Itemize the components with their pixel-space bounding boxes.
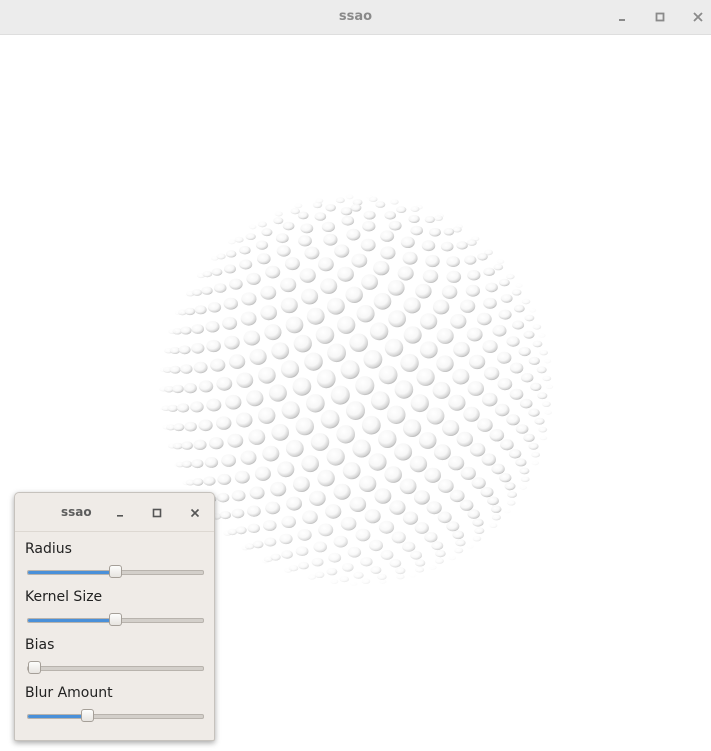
- slider-list: Radius Kernel Size Bias Blur Amount: [25, 537, 205, 729]
- close-button[interactable]: [686, 0, 710, 34]
- panel-titlebar[interactable]: ssao: [15, 493, 214, 532]
- blur-amount-label: Blur Amount: [25, 685, 113, 701]
- bias-label: Bias: [25, 637, 55, 653]
- slider-handle[interactable]: [108, 565, 122, 578]
- radius-label: Radius: [25, 541, 72, 557]
- radius-slider[interactable]: [27, 565, 204, 578]
- close-icon: [693, 12, 703, 22]
- controls-panel[interactable]: ssao Radius Kernel Size Bias Blur Amount: [14, 492, 215, 741]
- blur-amount-slider[interactable]: [27, 709, 204, 722]
- kernel-size-slider[interactable]: [27, 613, 204, 626]
- maximize-button[interactable]: [648, 0, 672, 34]
- slider-handle[interactable]: [80, 709, 94, 722]
- slider-handle[interactable]: [28, 661, 41, 674]
- panel-close-button[interactable]: [183, 500, 207, 524]
- slider-fill: [28, 715, 88, 718]
- minimize-icon: [115, 503, 125, 522]
- panel-minimize-button[interactable]: [108, 500, 132, 524]
- close-icon: [190, 503, 200, 522]
- panel-maximize-button[interactable]: [145, 500, 169, 524]
- bias-control: Bias: [25, 633, 205, 681]
- slider-fill: [28, 571, 116, 574]
- kernel-size-label: Kernel Size: [25, 589, 103, 605]
- radius-control: Radius: [25, 537, 205, 585]
- kernel-size-control: Kernel Size: [25, 585, 205, 633]
- bias-slider[interactable]: [27, 661, 204, 674]
- main-titlebar[interactable]: ssao: [0, 0, 711, 35]
- window-title: ssao: [338, 9, 373, 24]
- slider-fill: [28, 619, 116, 622]
- minimize-icon: [617, 12, 627, 22]
- maximize-icon: [152, 503, 162, 522]
- panel-title: ssao: [61, 505, 92, 519]
- blur-amount-control: Blur Amount: [25, 681, 205, 729]
- maximize-icon: [655, 12, 665, 22]
- minimize-button[interactable]: [610, 0, 634, 34]
- slider-handle[interactable]: [108, 613, 122, 626]
